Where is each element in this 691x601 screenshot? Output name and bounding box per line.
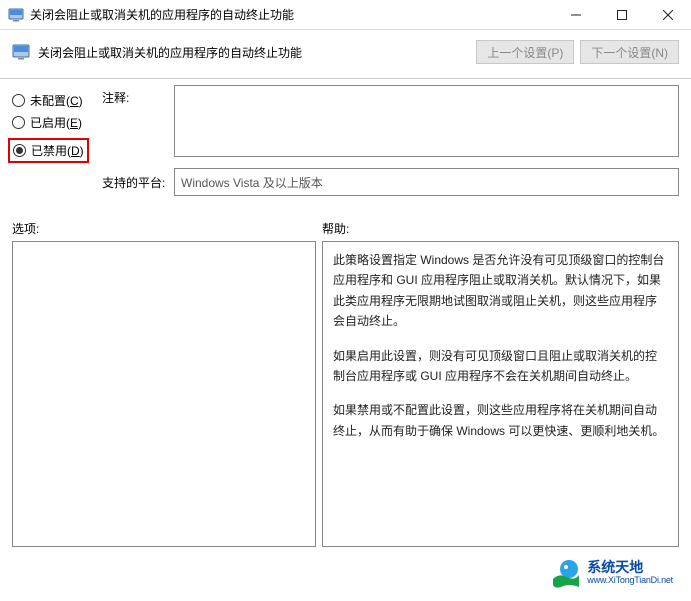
maximize-button[interactable]: [599, 0, 645, 29]
comment-input[interactable]: [174, 85, 679, 157]
next-setting-button[interactable]: 下一个设置(N): [580, 40, 679, 64]
radio-indicator: [13, 144, 26, 157]
radio-enabled[interactable]: 已启用(E): [12, 114, 102, 131]
policy-icon: [12, 43, 30, 61]
radio-group: 未配置(C) 已启用(E) 已禁用(D): [12, 85, 102, 196]
app-icon: [8, 7, 24, 23]
options-label: 选项:: [12, 220, 322, 237]
radio-indicator: [12, 94, 25, 107]
lower-area: 此策略设置指定 Windows 是否允许没有可见顶级窗口的控制台应用程序和 GU…: [0, 241, 691, 559]
policy-title: 关闭会阻止或取消关机的应用程序的自动终止功能: [38, 44, 470, 61]
supported-platform-field: [174, 168, 679, 196]
comment-label: 注释:: [102, 89, 174, 106]
field-column: [174, 85, 679, 196]
radio-indicator: [12, 116, 25, 129]
close-button[interactable]: [645, 0, 691, 29]
platform-label: 支持的平台:: [102, 174, 174, 191]
lower-labels: 选项: 帮助:: [0, 202, 691, 241]
radio-disabled[interactable]: 已禁用(D): [13, 142, 84, 159]
watermark: 系统天地 www.XiTongTianDi.net: [549, 557, 673, 589]
help-paragraph: 此策略设置指定 Windows 是否允许没有可见顶级窗口的控制台应用程序和 GU…: [333, 250, 668, 332]
help-label: 帮助:: [322, 220, 349, 237]
previous-setting-button[interactable]: 上一个设置(P): [476, 40, 574, 64]
config-area: 未配置(C) 已启用(E) 已禁用(D) 注释: 支持的平台:: [0, 79, 691, 202]
help-panel: 此策略设置指定 Windows 是否允许没有可见顶级窗口的控制台应用程序和 GU…: [322, 241, 679, 547]
radio-label: 已启用(E): [30, 114, 82, 131]
titlebar: 关闭会阻止或取消关机的应用程序的自动终止功能: [0, 0, 691, 30]
radio-label: 未配置(C): [30, 92, 83, 109]
minimize-button[interactable]: [553, 0, 599, 29]
header-row: 关闭会阻止或取消关机的应用程序的自动终止功能 上一个设置(P) 下一个设置(N): [0, 30, 691, 79]
options-panel: [12, 241, 316, 547]
watermark-cn: 系统天地: [587, 560, 673, 575]
watermark-en: www.XiTongTianDi.net: [587, 576, 673, 586]
help-paragraph: 如果禁用或不配置此设置，则这些应用程序将在关机期间自动终止，从而有助于确保 Wi…: [333, 400, 668, 441]
watermark-logo-icon: [549, 557, 581, 589]
help-paragraph: 如果启用此设置，则没有可见顶级窗口且阻止或取消关机的控制台应用程序或 GUI 应…: [333, 346, 668, 387]
highlight-annotation: 已禁用(D): [8, 138, 89, 163]
radio-not-configured[interactable]: 未配置(C): [12, 92, 102, 109]
window-title: 关闭会阻止或取消关机的应用程序的自动终止功能: [30, 6, 553, 23]
radio-label: 已禁用(D): [31, 142, 84, 159]
watermark-text: 系统天地 www.XiTongTianDi.net: [587, 560, 673, 585]
window-controls: [553, 0, 691, 29]
label-column: 注释: 支持的平台:: [102, 85, 174, 196]
